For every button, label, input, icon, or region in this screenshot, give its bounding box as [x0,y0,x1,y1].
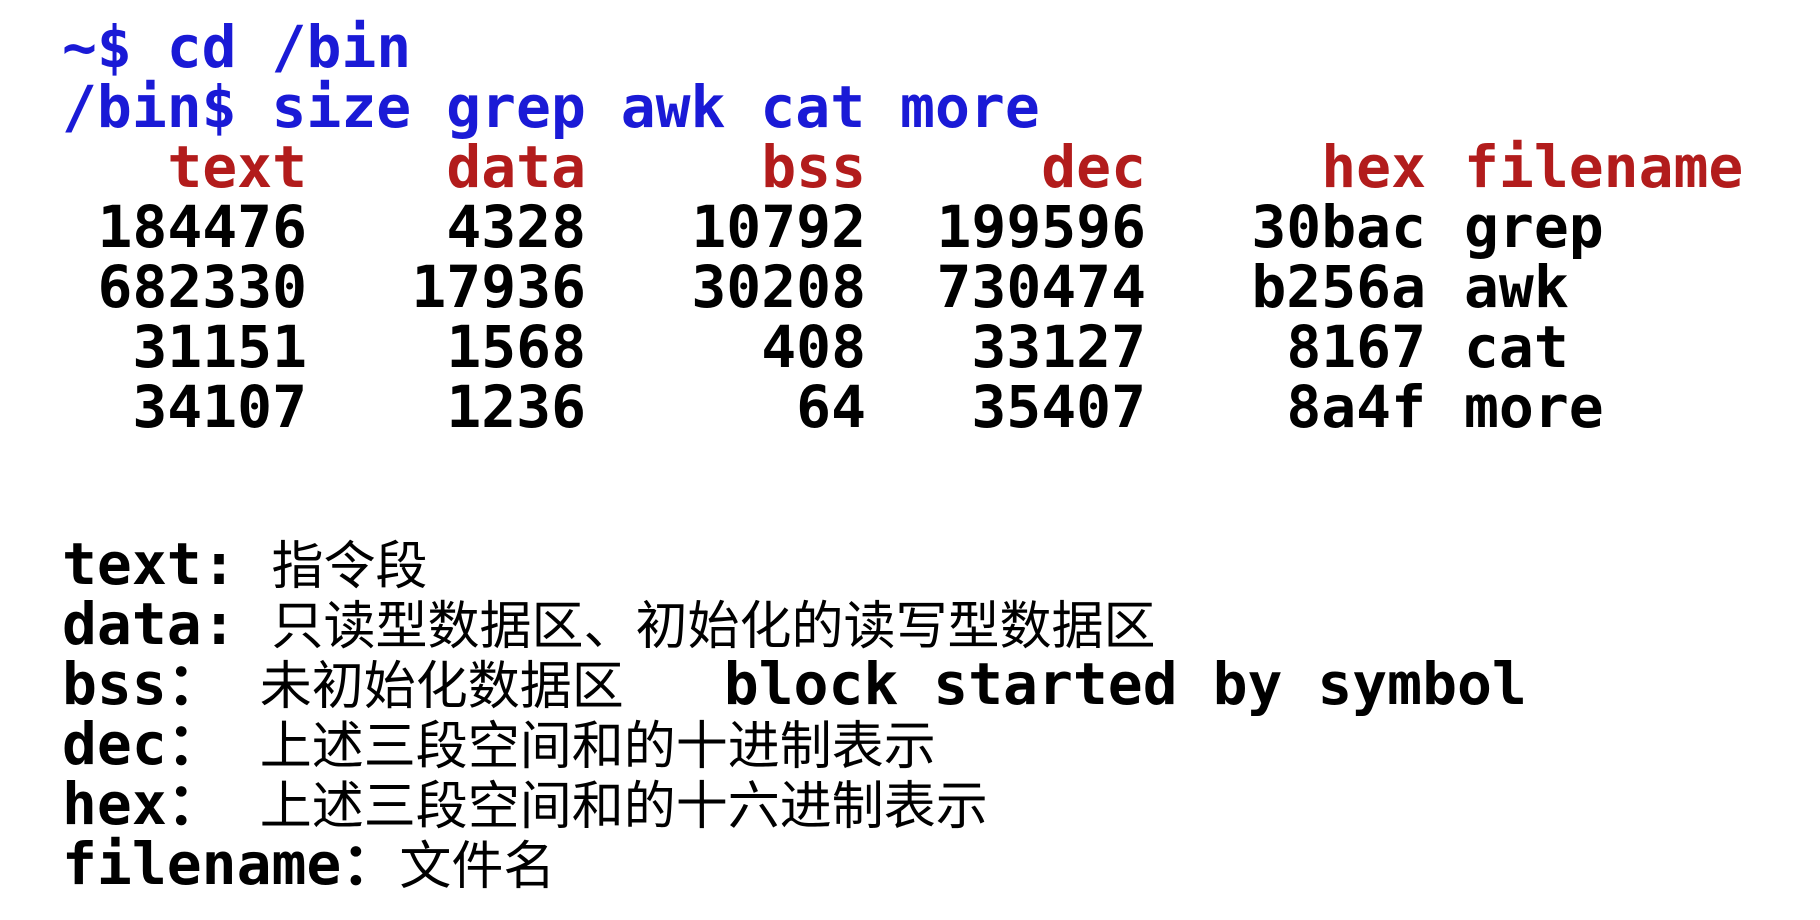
legend-description: 文件名 [399,837,556,897]
column-header-dec: dec [1041,133,1146,201]
table-cell: 30208 [691,253,866,321]
table-cell: awk [1464,253,1569,321]
column-header-data: data [446,133,586,201]
legend-description: 未初始化数据区 [259,657,624,717]
command-text: cd /bin [166,13,412,81]
slide: ~$ cd /bin /bin$ size grep awk cat more … [0,0,1820,920]
terminal-command-line-2: /bin$ size grep awk cat more [62,78,1040,136]
column-header-hex: hex [1321,133,1426,201]
command-text: size grep awk cat more [271,73,1040,141]
table-cell: 408 [761,313,866,381]
table-cell: 682330 [97,253,307,321]
table-cell: 31151 [132,313,307,381]
table-cell: 17936 [411,253,586,321]
table-cell: 10792 [691,193,866,261]
legend-item-filename: filename：文件名 [62,835,555,893]
legend-item-dec: dec： 上述三段空间和的十进制表示 [62,715,936,773]
table-cell: 34107 [132,373,307,441]
legend-item-hex: hex： 上述三段空间和的十六进制表示 [62,775,988,833]
legend-item-text: text: 指令段 [62,535,428,593]
table-cell: 730474 [936,253,1146,321]
legend-description: 上述三段空间和的十六进制表示 [259,777,988,837]
table-cell: 33127 [971,313,1146,381]
table-cell: 184476 [97,193,307,261]
table-cell: 35407 [971,373,1146,441]
table-cell: b256a [1251,253,1426,321]
legend-term: text: [62,530,237,598]
column-header-text: text [167,133,307,201]
legend-description: 只读型数据区、初始化的读写型数据区 [271,597,1156,657]
table-cell: 64 [796,373,866,441]
legend-term: hex： [62,770,225,838]
table-cell: 1236 [446,373,586,441]
legend-description: 指令段 [271,537,428,597]
prompt: /bin$ [62,73,272,141]
column-header-bss: bss [761,133,866,201]
table-cell: 8a4f [1286,373,1426,441]
legend-term: bss： [62,650,225,718]
table-cell: cat [1464,313,1569,381]
table-cell: more [1464,373,1604,441]
table-cell: 199596 [936,193,1146,261]
table-cell: 4328 [446,193,586,261]
prompt: ~$ [62,13,167,81]
table-cell: 30bac [1251,193,1426,261]
table-cell: 8167 [1286,313,1426,381]
column-header-filename: filename [1464,133,1744,201]
table-cell: 1568 [446,313,586,381]
legend-item-data: data: 只读型数据区、初始化的读写型数据区 [62,595,1156,653]
legend-term: filename： [62,830,400,898]
legend-description: 上述三段空间和的十进制表示 [259,717,936,777]
legend-extra: block started by symbol [723,650,1527,718]
legend-item-bss: bss： 未初始化数据区 block started by symbol [62,655,1527,713]
table-cell: grep [1464,193,1604,261]
terminal-command-line-1: ~$ cd /bin [62,18,411,76]
legend-term: data: [62,590,237,658]
legend-term: dec： [62,710,225,778]
